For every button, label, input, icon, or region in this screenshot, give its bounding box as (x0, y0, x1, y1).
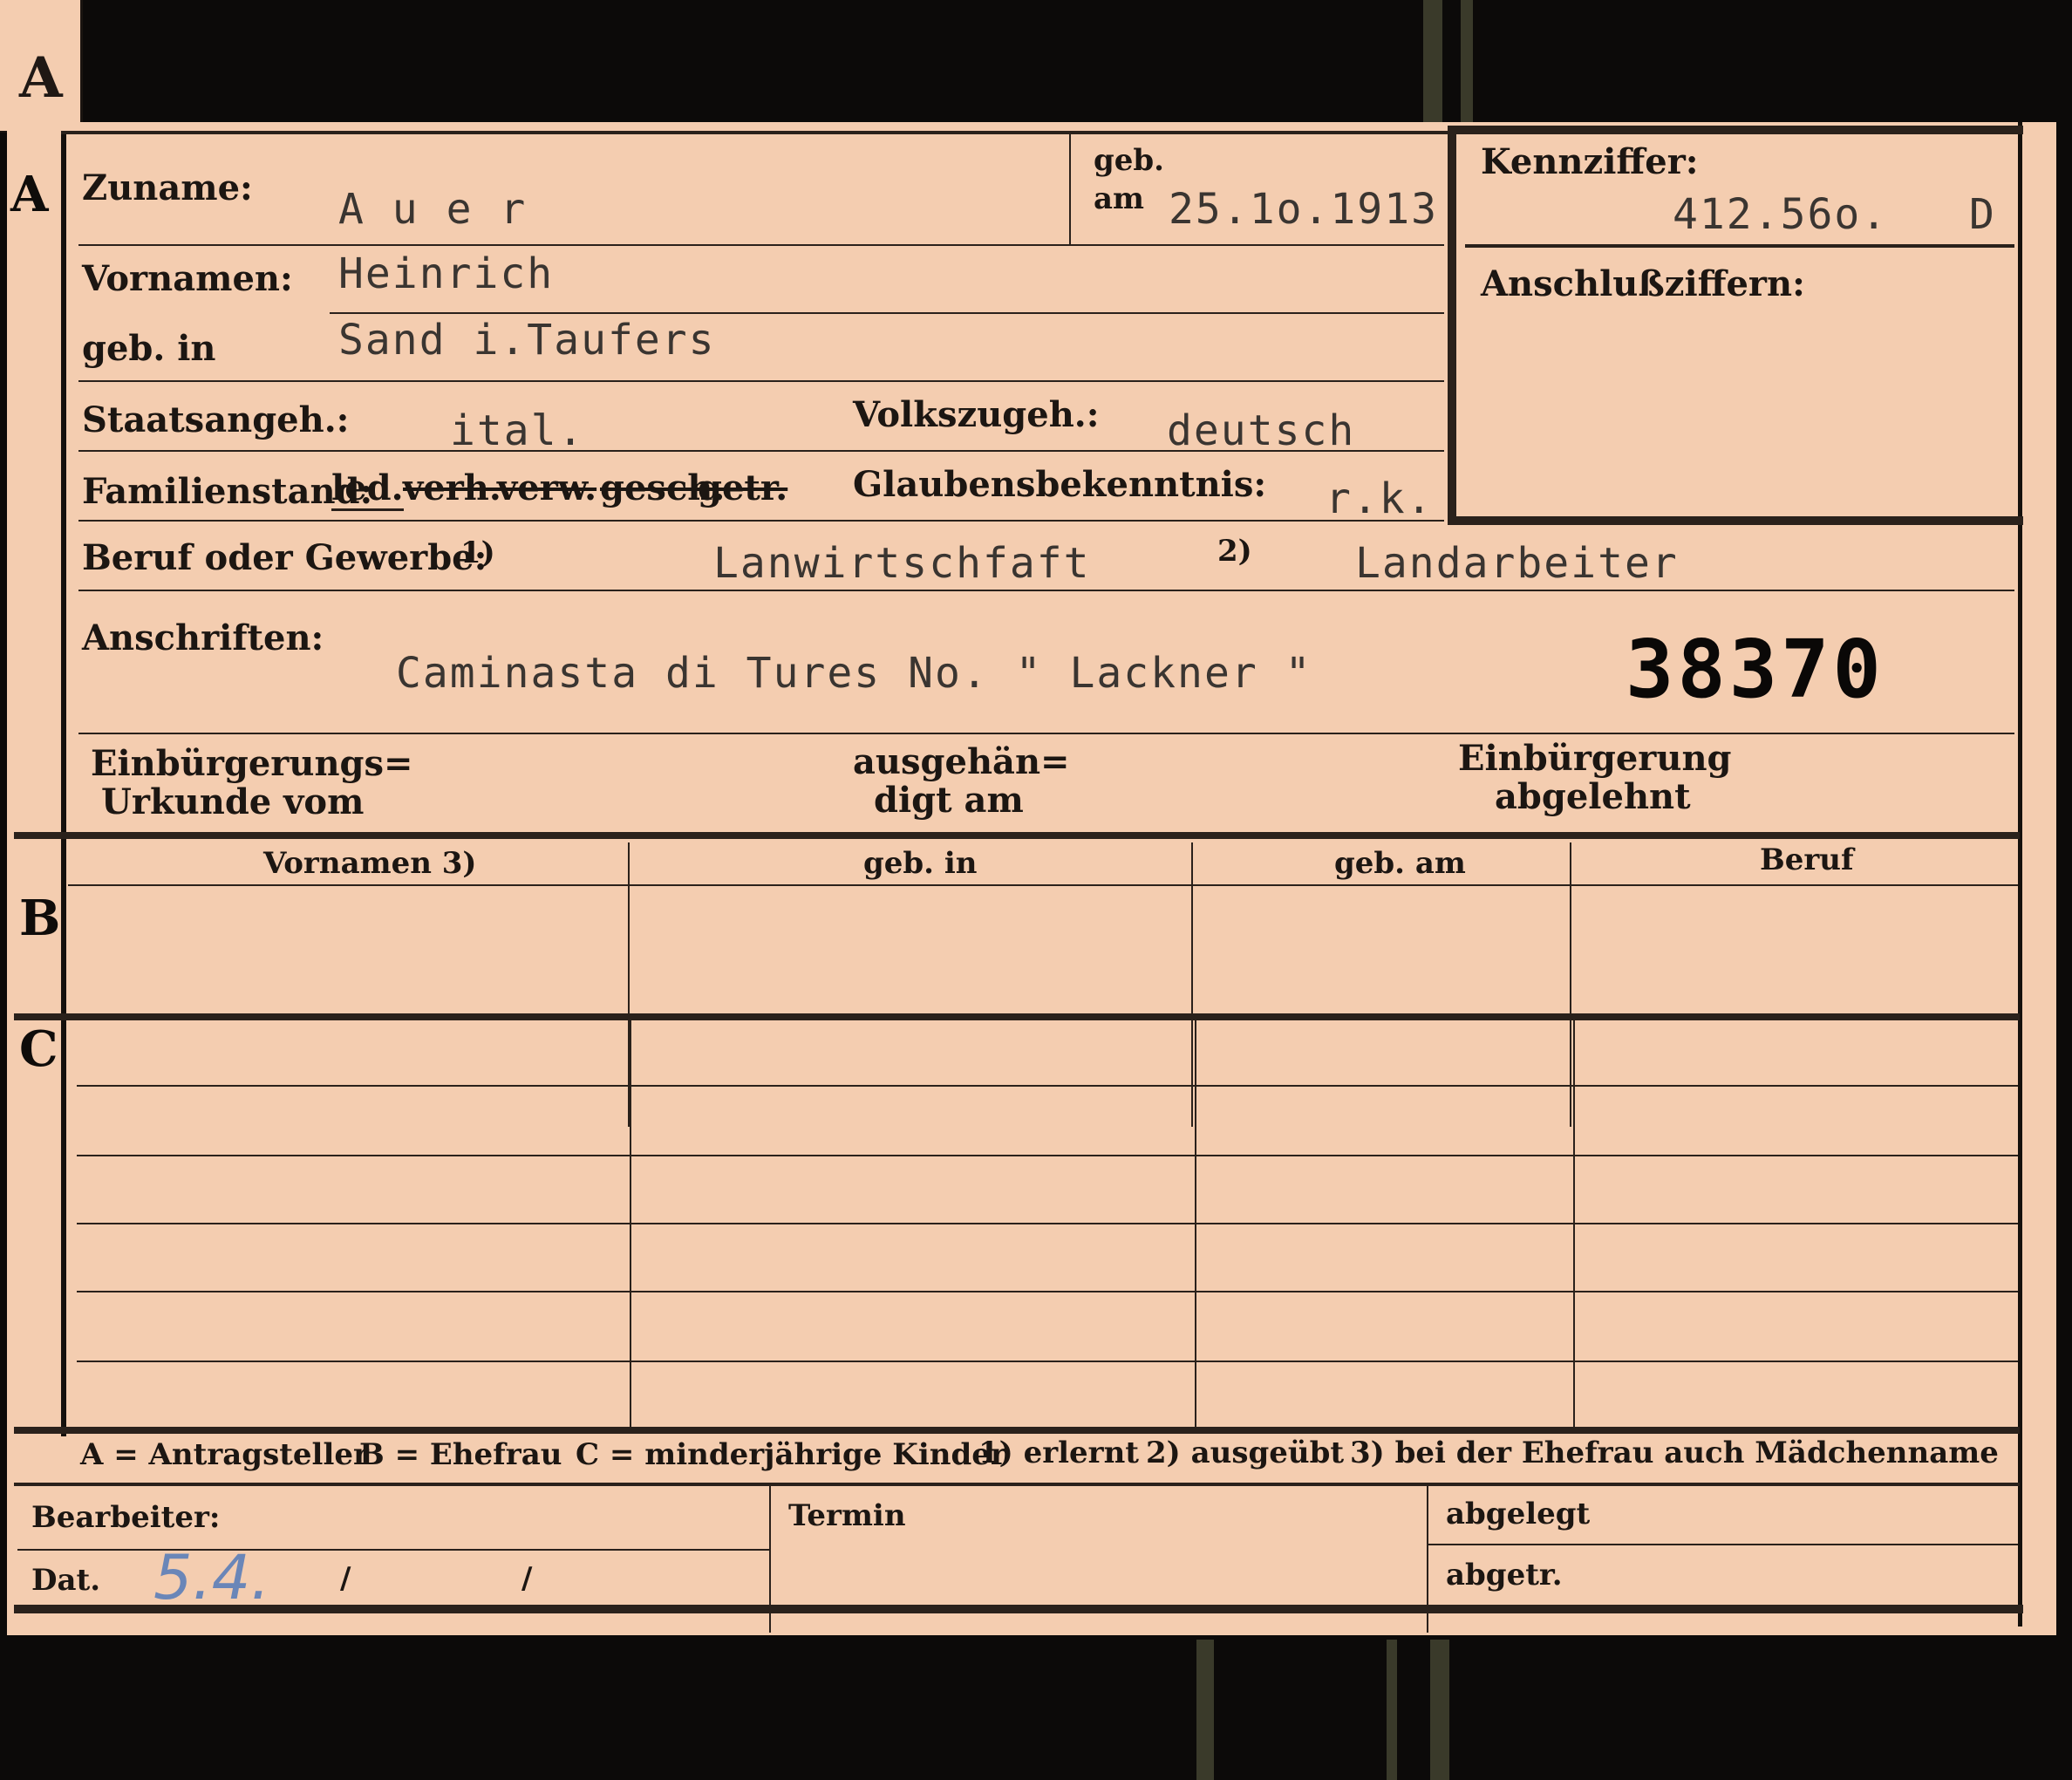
rule (1195, 1020, 1196, 1429)
date-separator: / (521, 1561, 533, 1596)
familienstand-option-getrennt: getr. (698, 467, 788, 508)
table-c-row-line (77, 1223, 2018, 1224)
beruf-ausgeuebt-value: Landarbeiter (1355, 539, 1679, 588)
rule (78, 520, 1444, 522)
background-pole (1423, 0, 1442, 122)
rule (78, 590, 2014, 591)
staatsangeh-value: ital. (450, 406, 585, 455)
kennziffer-suffix: D (1969, 190, 1996, 239)
index-tab: A (0, 0, 83, 133)
vornamen-label: Vornamen: (82, 258, 293, 299)
rule (78, 244, 1444, 246)
section-letter-b: B (19, 890, 61, 947)
rule (78, 733, 2014, 734)
geb-am-label-bottom: am (1094, 181, 1145, 216)
geb-in-value: Sand i.Taufers (338, 316, 716, 365)
background-pole (1461, 0, 1473, 122)
rule (1573, 1020, 1575, 1429)
section-divider (14, 1013, 2020, 1020)
beruf-footnote-1: 1) (460, 535, 495, 570)
section-divider (14, 832, 2020, 839)
einbuergerung-abgelehnt-label-2: abgelehnt (1495, 776, 1691, 817)
table-b-header-vornamen: Vornamen 3) (263, 846, 477, 881)
zuname-value: A u e r (338, 185, 528, 234)
section-divider (14, 1483, 2020, 1486)
date-separator: / (340, 1561, 351, 1596)
table-c-row-line (77, 1155, 2018, 1156)
einbuergerungsurkunde-label-1: Einbürgerungs= (91, 743, 413, 784)
index-tab-letter: A (19, 45, 63, 111)
anschrift-value: Caminasta di Tures No. " Lackner " (396, 649, 1312, 698)
glaubensbekenntnis-value: r.k. (1326, 474, 1434, 523)
rule (78, 380, 1444, 382)
einbuergerung-abgelehnt-label-1: Einbürgerung (1458, 738, 1732, 779)
legend-a: A = Antragsteller (80, 1437, 369, 1472)
rule (61, 131, 1453, 134)
anschlussziffern-label: Anschlußziffern: (1481, 263, 1805, 304)
table-b-header-beruf: Beruf (1760, 842, 1854, 877)
abgetr-label: abgetr. (1446, 1558, 1563, 1592)
beruf-erlernt-value: Lanwirtschfaft (713, 539, 1091, 588)
kennziffer-label: Kennziffer: (1481, 141, 1699, 182)
dat-label: Dat. (31, 1563, 101, 1598)
table-c-row-line (77, 1361, 2018, 1362)
rule (330, 312, 1444, 314)
geb-am-label-top: geb. (1094, 143, 1165, 178)
familienstand-label: Familienstand: (82, 471, 373, 512)
card-frame-left (61, 133, 66, 1436)
rule (1428, 1544, 2018, 1545)
einbuergerungsurkunde-label-2: Urkunde vom (101, 781, 365, 822)
legend-b: B = Ehefrau (359, 1437, 562, 1472)
kennziffer-box-border (1448, 131, 1456, 523)
anschriften-label: Anschriften: (82, 617, 324, 658)
section-letter-c: C (19, 1020, 58, 1078)
legend-note-2: 2) ausgeübt (1146, 1436, 1345, 1470)
rule (17, 1549, 769, 1551)
abgelegt-label: abgelegt (1446, 1497, 1591, 1531)
zuname-label: Zuname: (82, 167, 253, 208)
bearbeiter-label: Bearbeiter: (31, 1500, 221, 1535)
familienstand-option-verwitwet: verw. (497, 467, 597, 508)
table-b-header-geb-am: geb. am (1334, 846, 1466, 881)
familienstand-option-ledig: led. (331, 467, 404, 511)
vornamen-value: Heinrich (338, 249, 555, 298)
card-frame-right (2018, 122, 2022, 1627)
card-bottom-border (14, 1605, 2023, 1613)
beruf-label: Beruf oder Gewerbe: (82, 537, 487, 578)
kennziffer-box-border (1448, 126, 2023, 134)
termin-label: Termin (788, 1498, 906, 1533)
legend-note-3: 3) bei der Ehefrau auch Mädchenname (1350, 1436, 1999, 1470)
ausgehaendigt-label-2: digt am (874, 780, 1024, 821)
file-number-stamp: 38370 (1626, 623, 1885, 716)
section-letter-a: A (10, 166, 49, 223)
birth-date-value: 25.1o.1913 (1169, 185, 1438, 234)
table-c-row-line (77, 1085, 2018, 1087)
ausgehaendigt-label-1: ausgehän= (853, 741, 1070, 782)
rule (1465, 244, 2014, 248)
rule (1069, 133, 1071, 246)
kennziffer-value: 412.56o. (1673, 190, 1889, 239)
background-pole (1430, 1640, 1449, 1780)
rule (630, 1020, 631, 1429)
legend-c: C = minderjährige Kinder (576, 1437, 1006, 1472)
familienstand-option-verheiratet: verh. (403, 467, 501, 508)
volkszugeh-value: deutsch (1167, 406, 1356, 455)
background-pole (1387, 1640, 1397, 1780)
rule (68, 884, 2018, 886)
handwritten-date: 5.4. (153, 1542, 270, 1613)
table-b-header-geb-in: geb. in (863, 846, 978, 881)
legend-note-1: 1) erlernt (978, 1436, 1140, 1470)
background-pole (1196, 1640, 1214, 1780)
table-c-row-line (77, 1291, 2018, 1292)
beruf-footnote-2: 2) (1217, 534, 1252, 569)
glaubensbekenntnis-label: Glaubensbekenntnis: (853, 464, 1267, 505)
registration-card: A B C Zuname: A u e r geb. am 25.1o.1913… (7, 122, 2056, 1635)
kennziffer-box-border (1448, 516, 2023, 525)
staatsangeh-label: Staatsangeh.: (82, 399, 350, 440)
section-divider (14, 1427, 2020, 1434)
geb-in-label: geb. in (82, 328, 216, 369)
volkszugeh-label: Volkszugeh.: (853, 394, 1100, 435)
